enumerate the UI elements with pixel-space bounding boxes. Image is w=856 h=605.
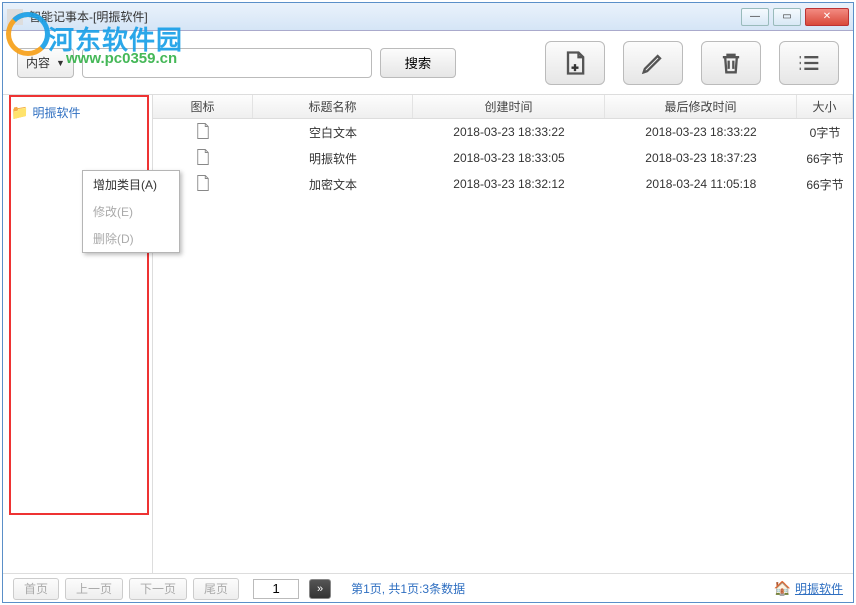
edit-button[interactable] (623, 41, 683, 85)
th-created[interactable]: 创建时间 (413, 95, 605, 118)
sidebar-item-folder[interactable]: 📁 明振软件 (7, 101, 148, 124)
context-menu-item: 修改(E) (83, 198, 179, 225)
pager-last[interactable]: 尾页 (193, 578, 239, 600)
new-file-button[interactable] (545, 41, 605, 85)
app-window: 智能记事本-[明振软件] — ▭ ✕ 内容 ▼ 搜索 📁 (2, 2, 854, 603)
th-title[interactable]: 标题名称 (253, 95, 413, 118)
window-title: 智能记事本-[明振软件] (29, 8, 741, 25)
file-icon (195, 174, 211, 195)
context-menu: 增加类目(A)修改(E)删除(D) (82, 170, 180, 253)
list-view-button[interactable] (779, 41, 839, 85)
cell-size: 0字节 (797, 124, 853, 141)
file-icon (195, 148, 211, 169)
cell-icon (153, 148, 253, 169)
pencil-icon (639, 49, 667, 77)
th-modified[interactable]: 最后修改时间 (605, 95, 797, 118)
pager-go-button[interactable]: » (309, 579, 331, 599)
titlebar: 智能记事本-[明振软件] — ▭ ✕ (3, 3, 853, 31)
cell-title: 明振软件 (253, 150, 413, 167)
cell-icon (153, 122, 253, 143)
cell-modified: 2018-03-24 11:05:18 (605, 177, 797, 191)
content-panel: 图标 标题名称 创建时间 最后修改时间 大小 空白文本2018-03-23 18… (153, 95, 853, 573)
folder-icon: 📁 (11, 104, 28, 121)
cell-created: 2018-03-23 18:32:12 (413, 177, 605, 191)
th-icon[interactable]: 图标 (153, 95, 253, 118)
chevron-down-icon: ▼ (56, 58, 65, 68)
filter-dropdown[interactable]: 内容 ▼ (17, 48, 74, 78)
footer-link[interactable]: 明振软件 (795, 580, 843, 597)
cell-title: 加密文本 (253, 176, 413, 193)
table-row[interactable]: 明振软件2018-03-23 18:33:052018-03-23 18:37:… (153, 145, 853, 171)
footer-right: 🏠 明振软件 (774, 580, 843, 597)
maximize-button[interactable]: ▭ (773, 8, 801, 26)
file-icon (195, 122, 211, 143)
cell-size: 66字节 (797, 150, 853, 167)
filter-label: 内容 (26, 54, 50, 71)
close-button[interactable]: ✕ (805, 8, 849, 26)
trash-icon (717, 49, 745, 77)
cell-created: 2018-03-23 18:33:22 (413, 125, 605, 139)
sidebar-item-label: 明振软件 (32, 104, 80, 121)
table-row[interactable]: 空白文本2018-03-23 18:33:222018-03-23 18:33:… (153, 119, 853, 145)
cell-created: 2018-03-23 18:33:05 (413, 151, 605, 165)
pager-next[interactable]: 下一页 (129, 578, 187, 600)
search-input[interactable] (82, 48, 372, 78)
footer: 首页 上一页 下一页 尾页 » 第1页, 共1页:3条数据 🏠 明振软件 (3, 573, 853, 603)
delete-button[interactable] (701, 41, 761, 85)
th-size[interactable]: 大小 (797, 95, 853, 118)
context-menu-item: 删除(D) (83, 225, 179, 252)
cell-modified: 2018-03-23 18:37:23 (605, 151, 797, 165)
context-menu-item[interactable]: 增加类目(A) (83, 171, 179, 198)
table-header: 图标 标题名称 创建时间 最后修改时间 大小 (153, 95, 853, 119)
cell-title: 空白文本 (253, 124, 413, 141)
main-area: 📁 明振软件 图标 标题名称 创建时间 最后修改时间 大小 空白文本2018-0… (3, 95, 853, 573)
pager-page-input[interactable] (253, 579, 299, 599)
window-controls: — ▭ ✕ (741, 8, 849, 26)
minimize-button[interactable]: — (741, 8, 769, 26)
table-body: 空白文本2018-03-23 18:33:222018-03-23 18:33:… (153, 119, 853, 197)
table-row[interactable]: 加密文本2018-03-23 18:32:122018-03-24 11:05:… (153, 171, 853, 197)
pager-prev[interactable]: 上一页 (65, 578, 123, 600)
highlight-annotation (9, 95, 149, 515)
pager-first[interactable]: 首页 (13, 578, 59, 600)
cell-modified: 2018-03-23 18:33:22 (605, 125, 797, 139)
app-icon (7, 9, 23, 25)
cell-size: 66字节 (797, 176, 853, 193)
list-icon (795, 49, 823, 77)
pager-status: 第1页, 共1页:3条数据 (351, 580, 465, 597)
search-button[interactable]: 搜索 (380, 48, 456, 78)
sidebar: 📁 明振软件 (3, 95, 153, 573)
new-file-icon (561, 49, 589, 77)
toolbar: 内容 ▼ 搜索 (3, 31, 853, 95)
home-icon: 🏠 (774, 580, 791, 597)
